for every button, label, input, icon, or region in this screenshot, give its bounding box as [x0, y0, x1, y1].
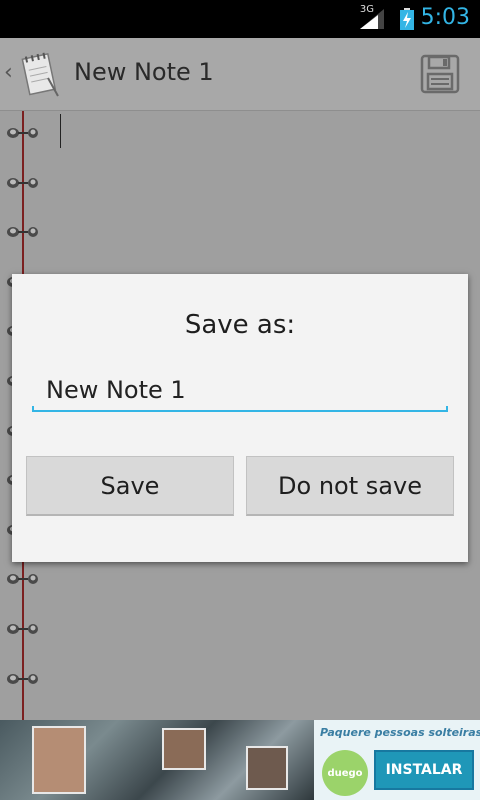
input-underline — [32, 406, 448, 412]
do-not-save-button[interactable]: Do not save — [246, 456, 454, 516]
save-floppy-icon[interactable] — [420, 54, 460, 94]
binding-ring-icon — [7, 574, 38, 585]
ad-tagline: Paquere pessoas solteiras! — [320, 726, 480, 739]
install-button[interactable]: INSTALAR — [374, 750, 474, 790]
back-chevron-icon[interactable]: ‹ — [4, 60, 13, 85]
action-bar: ‹ New Note 1 — [0, 38, 480, 111]
ad-photo — [246, 746, 288, 790]
ad-offer-panel: Paquere pessoas solteiras! duego INSTALA… — [314, 720, 480, 800]
battery-charging-icon — [400, 8, 414, 30]
binding-ring-icon — [7, 128, 38, 138]
ad-banner[interactable]: Paquere pessoas solteiras! duego INSTALA… — [0, 720, 480, 800]
clock: 5:03 — [420, 5, 470, 30]
ad-photo-collage — [0, 720, 314, 800]
binding-ring-icon — [7, 177, 38, 188]
save-button[interactable]: Save — [26, 456, 234, 516]
dialog-title: Save as: — [184, 310, 296, 340]
ad-photo — [32, 726, 86, 794]
text-cursor — [60, 114, 61, 148]
ad-photo — [162, 728, 206, 770]
note-title: New Note 1 — [74, 58, 214, 86]
notepad-app-icon[interactable] — [18, 50, 62, 100]
filename-input[interactable] — [34, 368, 446, 412]
binding-ring-icon — [7, 624, 38, 634]
save-as-dialog: Save as: Save Do not save — [12, 274, 468, 562]
duego-logo: duego — [322, 750, 368, 796]
status-bar: 3G 5:03 — [0, 0, 480, 38]
binding-ring-icon — [7, 673, 38, 684]
signal-icon — [360, 9, 384, 29]
binding-ring-icon — [7, 227, 38, 238]
